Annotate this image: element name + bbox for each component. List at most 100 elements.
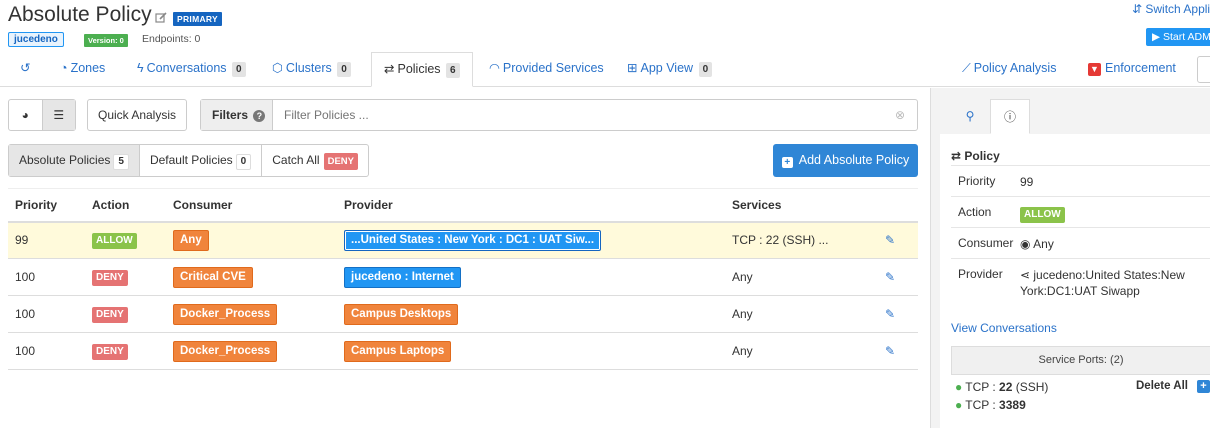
col-services[interactable]: Services — [725, 188, 878, 223]
policy-section-title: ⇄ Policy — [951, 149, 1000, 163]
detail-consumer: Consumer ◉ Any — [951, 227, 1210, 258]
action-badge: ALLOW — [1020, 207, 1065, 223]
tab-conversations[interactable]: ϟ Conversations 0 — [137, 52, 246, 87]
provider-pill[interactable]: jucedeno : Internet — [344, 266, 461, 288]
page-title: Absolute Policy — [8, 3, 152, 26]
priority-cell: 100 — [8, 295, 85, 333]
user-icon: ● — [955, 380, 963, 394]
endpoints-count: Endpoints: 0 — [142, 33, 201, 45]
plus-icon: + — [781, 157, 793, 168]
tab-clusters[interactable]: ⬡ Clusters 0 — [272, 52, 351, 87]
catch-all-deny-badge: DENY — [323, 153, 358, 170]
table-row[interactable]: 100 DENY Docker_Process Campus Desktops … — [8, 295, 918, 333]
primary-badge: PRIMARY — [173, 12, 222, 26]
filter-input[interactable] — [273, 100, 883, 130]
consumer-pill[interactable]: Docker_Process — [173, 340, 278, 362]
tab-catch-all[interactable]: Catch All DENY — [261, 145, 368, 176]
policies-table: Priority Action Consumer Provider Servic… — [8, 188, 918, 370]
tab-policy-analysis[interactable]: ⟋ Policy Analysis — [962, 52, 1056, 87]
table-row[interactable]: 100 DENY Docker_Process Campus Laptops A… — [8, 332, 918, 370]
col-priority[interactable]: Priority — [8, 188, 85, 223]
delete-all-button[interactable]: Delete All — [1136, 380, 1188, 392]
tab-default-policies[interactable]: Default Policies 0 — [138, 145, 261, 176]
service-port-item: ● TCP : 3389 — [955, 398, 1026, 412]
detail-tabs: ⚲ ⓘ — [950, 99, 1030, 134]
user-icon: ● — [955, 398, 963, 412]
tab-policies[interactable]: ⇄ Policies 6 — [371, 52, 473, 87]
consumer-pill[interactable]: Any — [173, 229, 209, 251]
tab-zones[interactable]: ◔ Zones — [60, 52, 105, 87]
version-badge: Version: 0 — [84, 34, 128, 47]
cubes-icon: ⬡ — [272, 61, 283, 75]
provider-pill[interactable]: Campus Laptops — [344, 340, 452, 362]
quick-analysis-button[interactable]: Quick Analysis — [87, 99, 187, 131]
services-link[interactable]: Any — [725, 332, 878, 370]
priority-cell: 100 — [8, 258, 85, 296]
table-row[interactable]: 100 DENY Critical CVE jucedeno : Interne… — [8, 258, 918, 296]
priority-cell: 100 — [8, 332, 85, 370]
policy-type-tabs: Absolute Policies 5 Default Policies 0 Cat… — [8, 144, 369, 177]
list-icon: ☰ — [53, 108, 65, 122]
scope-badge[interactable]: jucedeno — [8, 32, 64, 47]
detail-priority: Priority 99 — [951, 165, 1210, 196]
services-link[interactable]: Any — [725, 295, 878, 333]
consumer-pill[interactable]: Critical CVE — [173, 266, 253, 288]
provider-pill[interactable]: Campus Desktops — [344, 303, 459, 325]
tab-app-view[interactable]: ⊞ App View 0 — [627, 52, 713, 87]
more-button[interactable] — [1197, 56, 1210, 83]
consumer-pill[interactable]: Docker_Process — [173, 303, 278, 325]
priority-cell: 99 — [8, 221, 85, 259]
switch-app-link[interactable]: ⇵ Switch Appli — [1132, 2, 1210, 16]
rss-icon: ◠ — [489, 61, 500, 75]
pie-icon: ◕ — [21, 108, 29, 122]
action-badge: DENY — [92, 343, 128, 360]
service-port-item: ● TCP : 22 (SSH) — [955, 380, 1049, 394]
view-conversations-link[interactable]: View Conversations — [951, 321, 1057, 335]
bolt-icon: ϟ — [137, 61, 144, 75]
list-view-button[interactable]: ☰ — [41, 100, 75, 130]
action-badge: DENY — [92, 269, 128, 286]
col-action[interactable]: Action — [85, 188, 166, 223]
detail-action: Action ALLOW — [951, 196, 1210, 227]
edit-icon[interactable]: ✎ — [885, 233, 895, 247]
pie-chart-view-button[interactable]: ◕ — [9, 100, 42, 130]
col-provider[interactable]: Provider — [337, 188, 725, 223]
edit-icon[interactable]: ✎ — [885, 270, 895, 284]
line-chart-icon: ⟋ — [962, 61, 971, 75]
provider-pill[interactable]: ...United States : New York : DC1 : UAT … — [344, 229, 602, 251]
share-icon: ⋖ — [1020, 268, 1034, 282]
history-tab[interactable]: ↺ — [20, 52, 34, 87]
action-badge: ALLOW — [92, 232, 137, 249]
sitemap-icon: ⊞ — [627, 61, 638, 75]
info-tab[interactable]: ⓘ — [990, 99, 1030, 134]
shield-icon: ▼ — [1088, 63, 1101, 76]
switch-icon: ⇵ — [1132, 2, 1146, 16]
clear-icon[interactable]: ⊗ — [883, 100, 917, 130]
service-ports-header: Service Ports: (2) — [951, 346, 1210, 375]
add-port-button[interactable]: + — [1197, 380, 1210, 393]
services-link[interactable]: Any — [725, 258, 878, 296]
col-edit — [878, 188, 918, 223]
edit-icon[interactable]: ✎ — [885, 344, 895, 358]
edit-icon[interactable]: ✎ — [885, 307, 895, 321]
services-link[interactable]: TCP : 22 (SSH) ... — [725, 221, 878, 259]
start-adm-button[interactable]: ▶ Start ADM — [1146, 28, 1210, 46]
info-icon: ⓘ — [1003, 110, 1016, 124]
history-icon: ↺ — [20, 61, 31, 75]
filters-label[interactable]: Filters ? — [201, 100, 273, 130]
exchange-icon: ⇄ — [951, 149, 965, 163]
user-circle-icon: ◉ — [1020, 237, 1034, 251]
table-row[interactable]: 99 ALLOW Any ...United States : New York… — [8, 221, 918, 259]
add-absolute-policy-button[interactable]: + Add Absolute Policy — [773, 144, 918, 177]
help-icon: ? — [253, 110, 266, 122]
tab-enforcement[interactable]: ▼ Enforcement — [1088, 52, 1176, 87]
search-tab[interactable]: ⚲ — [950, 99, 990, 134]
tab-absolute-policies[interactable]: Absolute Policies 5 — [9, 145, 139, 176]
nav-tabs: ↺ ◔ Zones ϟ Conversations 0 ⬡ Clusters 0 ⇄ P… — [0, 52, 1210, 87]
tab-provided-services[interactable]: ◠ Provided Services — [489, 52, 604, 87]
edit-icon[interactable] — [155, 12, 167, 24]
view-toggle: ◕ ☰ — [8, 99, 76, 131]
filter-bar: Filters ? ⊗ — [200, 99, 918, 131]
col-consumer[interactable]: Consumer — [166, 188, 337, 223]
action-badge: DENY — [92, 306, 128, 323]
